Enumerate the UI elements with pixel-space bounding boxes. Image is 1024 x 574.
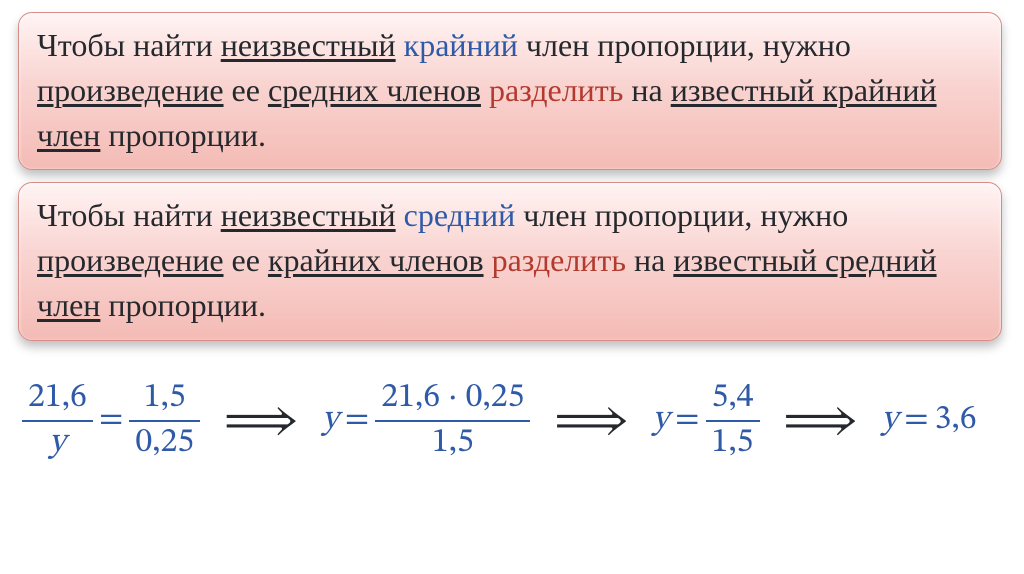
rule-fragment: крайних членов (268, 242, 484, 278)
result-value: 3,6 (935, 399, 977, 442)
fraction-bar (22, 420, 93, 422)
rule-fragment: пропорции. (100, 287, 266, 323)
fraction: 21,6 y (22, 379, 93, 463)
implies-arrow-icon: ⟹ (552, 398, 630, 444)
numerator: 21,6 (22, 379, 93, 418)
rule-fragment: неизвестный (221, 27, 396, 63)
fraction-bar (129, 420, 200, 422)
slide: Чтобы найти неизвестный крайний член про… (0, 0, 1024, 574)
math-step-1: 21,6 y = 1,5 0,25 (22, 379, 200, 463)
rule-fragment (396, 27, 404, 63)
rule-fragment: ее (224, 242, 268, 278)
math-derivation: 21,6 y = 1,5 0,25 ⟹ y = 21,6 · 0,25 1,5 … (18, 353, 1006, 463)
rule-fragment: Чтобы найти (37, 27, 221, 63)
rule-fragment: член пропорции, нужно (515, 197, 848, 233)
rule-fragment: ее (224, 72, 268, 108)
numerator: 21,6 · 0,25 (375, 379, 530, 418)
equals-sign: = (93, 399, 129, 442)
rule-fragment: средний (404, 197, 516, 233)
variable: y (322, 399, 338, 442)
rule-fragment: на (626, 242, 673, 278)
denominator: 1,5 (706, 424, 760, 463)
rule-fragment: произведение (37, 72, 224, 108)
variable: y (653, 399, 669, 442)
fraction: 1,5 0,25 (129, 379, 200, 463)
rule-fragment (396, 197, 404, 233)
fraction: 5,4 1,5 (706, 379, 760, 463)
fraction: 21,6 · 0,25 1,5 (375, 379, 530, 463)
rule-fragment: член пропорции, нужно (518, 27, 851, 63)
fraction-bar (375, 420, 530, 422)
implies-arrow-icon: ⟹ (782, 398, 860, 444)
implies-arrow-icon: ⟹ (222, 398, 300, 444)
rule-fragment: произведение (37, 242, 224, 278)
rule-fragment: средних членов (268, 72, 481, 108)
rule-box-middle: Чтобы найти неизвестный средний член про… (18, 182, 1002, 340)
numerator: 1,5 (138, 379, 192, 418)
math-step-3: y = 5,4 1,5 (653, 379, 760, 463)
math-step-2: y = 21,6 · 0,25 1,5 (322, 379, 530, 463)
rule-box-extreme: Чтобы найти неизвестный крайний член про… (18, 12, 1002, 170)
equals-sign: = (898, 399, 934, 442)
fraction-bar (706, 420, 760, 422)
variable: y (882, 399, 898, 442)
numerator: 5,4 (706, 379, 760, 418)
rule-fragment: на (623, 72, 670, 108)
rule-fragment: неизвестный (221, 197, 396, 233)
denominator: 0,25 (129, 424, 200, 463)
denominator: y (43, 424, 71, 463)
rule-fragment: Чтобы найти (37, 197, 221, 233)
equals-sign: = (669, 399, 705, 442)
denominator: 1,5 (426, 424, 480, 463)
rule-fragment: пропорции. (100, 117, 266, 153)
rule-fragment (481, 72, 489, 108)
rule-fragment: крайний (404, 27, 518, 63)
rule-text: Чтобы найти неизвестный средний член про… (37, 197, 937, 323)
equals-sign: = (339, 399, 375, 442)
rule-fragment: разделить (489, 72, 623, 108)
rule-fragment (484, 242, 492, 278)
rule-text: Чтобы найти неизвестный крайний член про… (37, 27, 937, 153)
rule-fragment: разделить (492, 242, 626, 278)
math-step-4: y = 3,6 (882, 399, 977, 442)
